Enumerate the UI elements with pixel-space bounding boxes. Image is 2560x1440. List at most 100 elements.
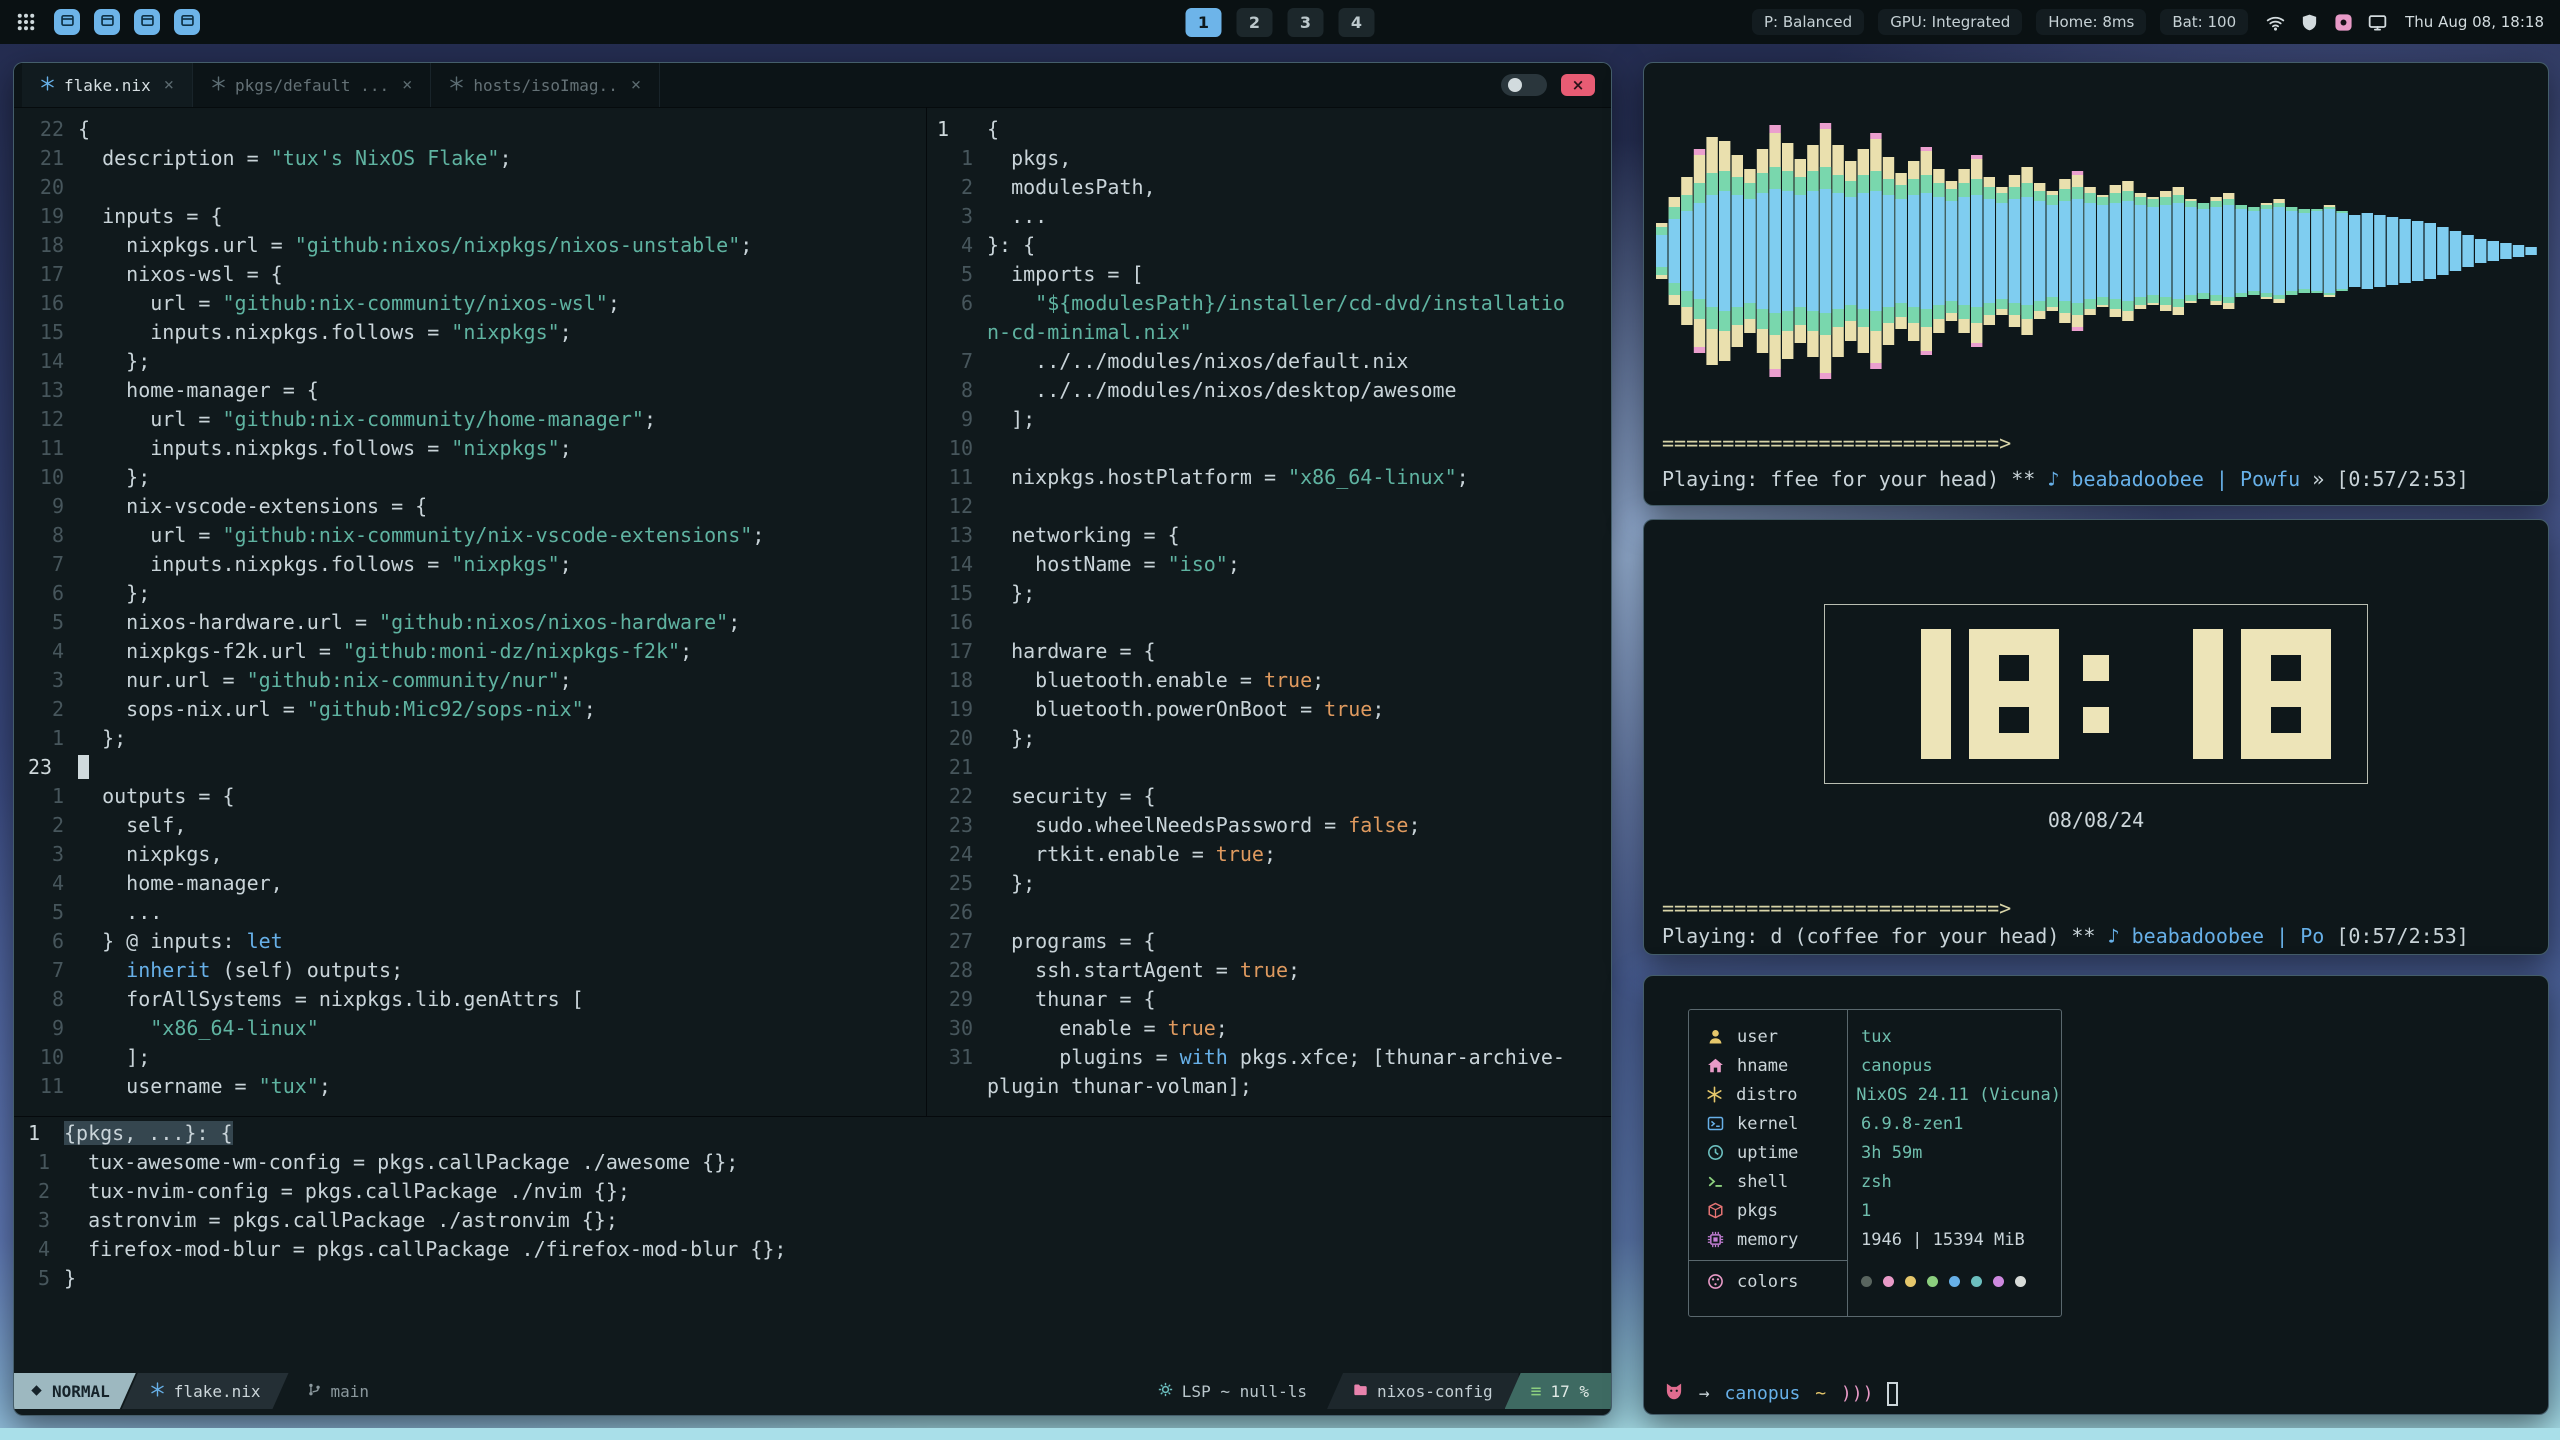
line-number: 14 <box>20 347 78 376</box>
line-number: 2 <box>20 695 78 724</box>
line-number: 13 <box>929 521 987 550</box>
line-number: 5 <box>20 608 78 637</box>
terminal-cursor <box>1887 1382 1898 1406</box>
gear-icon <box>1158 1382 1173 1401</box>
palette-icon <box>1703 1273 1727 1290</box>
line-number: 1 <box>20 724 78 753</box>
workspace-button-1[interactable]: 1 <box>1186 8 1222 37</box>
line-number: 4 <box>20 637 78 666</box>
line-number: 17 <box>929 637 987 666</box>
line-number: 20 <box>929 724 987 753</box>
buffer-flake-nix[interactable]: 22{21 description = "tux's NixOS Flake";… <box>20 115 924 1115</box>
editor-tab[interactable]: flake.nix× <box>22 63 193 107</box>
clock-widget[interactable]: Thu Aug 08, 18:18 <box>2405 13 2544 31</box>
git-branch-segment: main <box>289 1373 388 1409</box>
lsp-segment: LSP ~ null-ls <box>1138 1373 1327 1409</box>
editor-tab[interactable]: pkgs/default ... × <box>193 63 431 107</box>
code-line: 8 url = "github:nix-community/nix-vscode… <box>20 521 924 550</box>
home-icon <box>1703 1057 1727 1074</box>
lines-icon: ≡ <box>1531 1381 1542 1402</box>
code-line: 7 inputs.nixpkgs.follows = "nixpkgs"; <box>20 550 924 579</box>
eye-toggle-button[interactable] <box>1501 74 1547 96</box>
dock-badge[interactable] <box>174 9 200 35</box>
line-number: 19 <box>929 695 987 724</box>
dock <box>54 9 200 35</box>
code-line: 27 programs = { <box>929 927 1611 956</box>
clock-icon <box>1703 1144 1727 1161</box>
window-close-button[interactable]: × <box>1561 74 1595 96</box>
line-number: 3 <box>20 666 78 695</box>
code-line: 26 <box>929 898 1611 927</box>
color-dot <box>1883 1276 1894 1287</box>
fox-icon <box>1664 1381 1684 1406</box>
code-line: 4 firefox-mod-blur = pkgs.callPackage ./… <box>20 1235 1610 1264</box>
line-number: 15 <box>20 318 78 347</box>
screenshot-badge-icon[interactable] <box>2334 13 2353 32</box>
terminal-icon <box>1703 1115 1727 1132</box>
vertical-split-separator[interactable] <box>926 107 927 1116</box>
fetch-label: pkgs <box>1737 1201 1833 1221</box>
status-chip: P: Balanced <box>1752 9 1864 35</box>
shell-prompt[interactable]: → canopus ~ ))) <box>1664 1381 1898 1406</box>
dock-badge[interactable] <box>94 9 120 35</box>
line-number: 12 <box>20 405 78 434</box>
dock-badge[interactable] <box>54 9 80 35</box>
code-line: 18 nixpkgs.url = "github:nixos/nixpkgs/n… <box>20 231 924 260</box>
fetch-value: NixOS 24.11 (Vicuna) <box>1856 1085 2061 1105</box>
mode-segment: NORMAL <box>14 1373 136 1409</box>
fetch-label: kernel <box>1737 1114 1833 1134</box>
tab-close-icon[interactable]: × <box>164 75 174 95</box>
editor-tab[interactable]: hosts/isoImag..× <box>431 63 660 107</box>
line-number: 20 <box>20 173 78 202</box>
code-line: 25 }; <box>929 869 1611 898</box>
code-line: 22{ <box>20 115 924 144</box>
line-number: 15 <box>929 579 987 608</box>
clock-digit <box>1969 629 2059 759</box>
fetch-label: user <box>1737 1027 1833 1047</box>
code-line: 3 ... <box>929 202 1611 231</box>
dock-badge[interactable] <box>134 9 160 35</box>
wifi-icon[interactable] <box>2266 13 2285 32</box>
tab-label: pkgs/default ... <box>235 76 389 95</box>
code-line: 23 <box>20 753 924 782</box>
fetch-value: 3h 59m <box>1861 1143 1922 1163</box>
line-number: 7 <box>20 550 78 579</box>
line-number: 12 <box>929 492 987 521</box>
nix-file-icon <box>150 1382 165 1401</box>
buffer-pkgs-default-nix[interactable]: 1{pkgs, ...}: {1 tux-awesome-wm-config =… <box>20 1119 1610 1297</box>
file-label: flake.nix <box>174 1382 261 1401</box>
launcher-grid-icon[interactable] <box>16 12 36 32</box>
display-icon[interactable] <box>2368 13 2387 32</box>
status-chips: P: BalancedGPU: IntegratedHome: 8msBat: … <box>1752 9 2248 35</box>
line-number: 10 <box>20 1043 78 1072</box>
code-line: 4}: { <box>929 231 1611 260</box>
snowflake-icon <box>1703 1086 1726 1103</box>
fetch-row: hnamecanopus <box>1689 1051 2061 1080</box>
line-number: 23 <box>20 753 78 782</box>
code-line: 14 hostName = "iso"; <box>929 550 1611 579</box>
workspace-button-2[interactable]: 2 <box>1237 8 1273 37</box>
fetch-value: 1 <box>1861 1201 1871 1221</box>
horizontal-split-separator[interactable] <box>14 1116 1611 1117</box>
neovim-window: flake.nix×pkgs/default ...×hosts/isoImag… <box>13 62 1612 1416</box>
folder-icon <box>1353 1382 1368 1401</box>
project-label: nixos-config <box>1377 1382 1493 1401</box>
topbar-left <box>16 9 200 35</box>
user-icon <box>1703 1028 1727 1045</box>
tab-close-icon[interactable]: × <box>402 75 412 95</box>
buffer-iso-image-nix[interactable]: 1{1 pkgs,2 modulesPath,3 ...4}: {5 impor… <box>929 115 1611 1115</box>
tab-close-icon[interactable]: × <box>631 75 641 95</box>
workspace-button-3[interactable]: 3 <box>1288 8 1324 37</box>
color-dot <box>1949 1276 1960 1287</box>
code-line: 3 nur.url = "github:nix-community/nur"; <box>20 666 924 695</box>
line-number: 1 <box>929 144 987 173</box>
code-line: 8 forAllSystems = nixpkgs.lib.genAttrs [ <box>20 985 924 1014</box>
workspace-button-4[interactable]: 4 <box>1339 8 1375 37</box>
line-number: 18 <box>929 666 987 695</box>
shield-icon[interactable] <box>2300 13 2319 32</box>
line-number: 2 <box>20 1177 64 1206</box>
color-dot <box>1971 1276 1982 1287</box>
line-number: 30 <box>929 1014 987 1043</box>
code-line: 7 ../../modules/nixos/default.nix <box>929 347 1611 376</box>
code-line: 5 nixos-hardware.url = "github:nixos/nix… <box>20 608 924 637</box>
